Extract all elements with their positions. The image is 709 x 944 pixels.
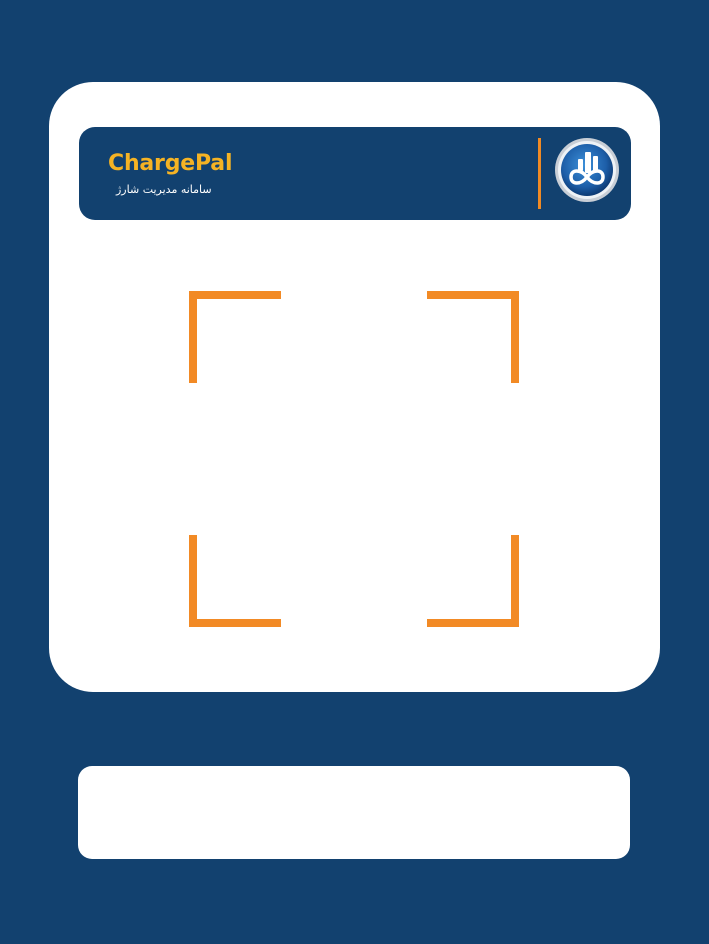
app-subtitle: سامانه مدیریت شارژ [116,183,212,196]
brand-name: ChargePal [108,151,233,176]
buildings-infinity-logo-icon [555,138,619,202]
header-divider [538,138,541,209]
scan-corner-bottom-right [427,535,519,627]
bottom-panel [78,766,630,859]
scan-corner-top-left [189,291,281,383]
scan-corner-top-right [427,291,519,383]
app-header: ChargePal سامانه مدیریت شارژ [79,127,631,220]
scan-corner-bottom-left [189,535,281,627]
qr-scan-frame [187,291,521,629]
